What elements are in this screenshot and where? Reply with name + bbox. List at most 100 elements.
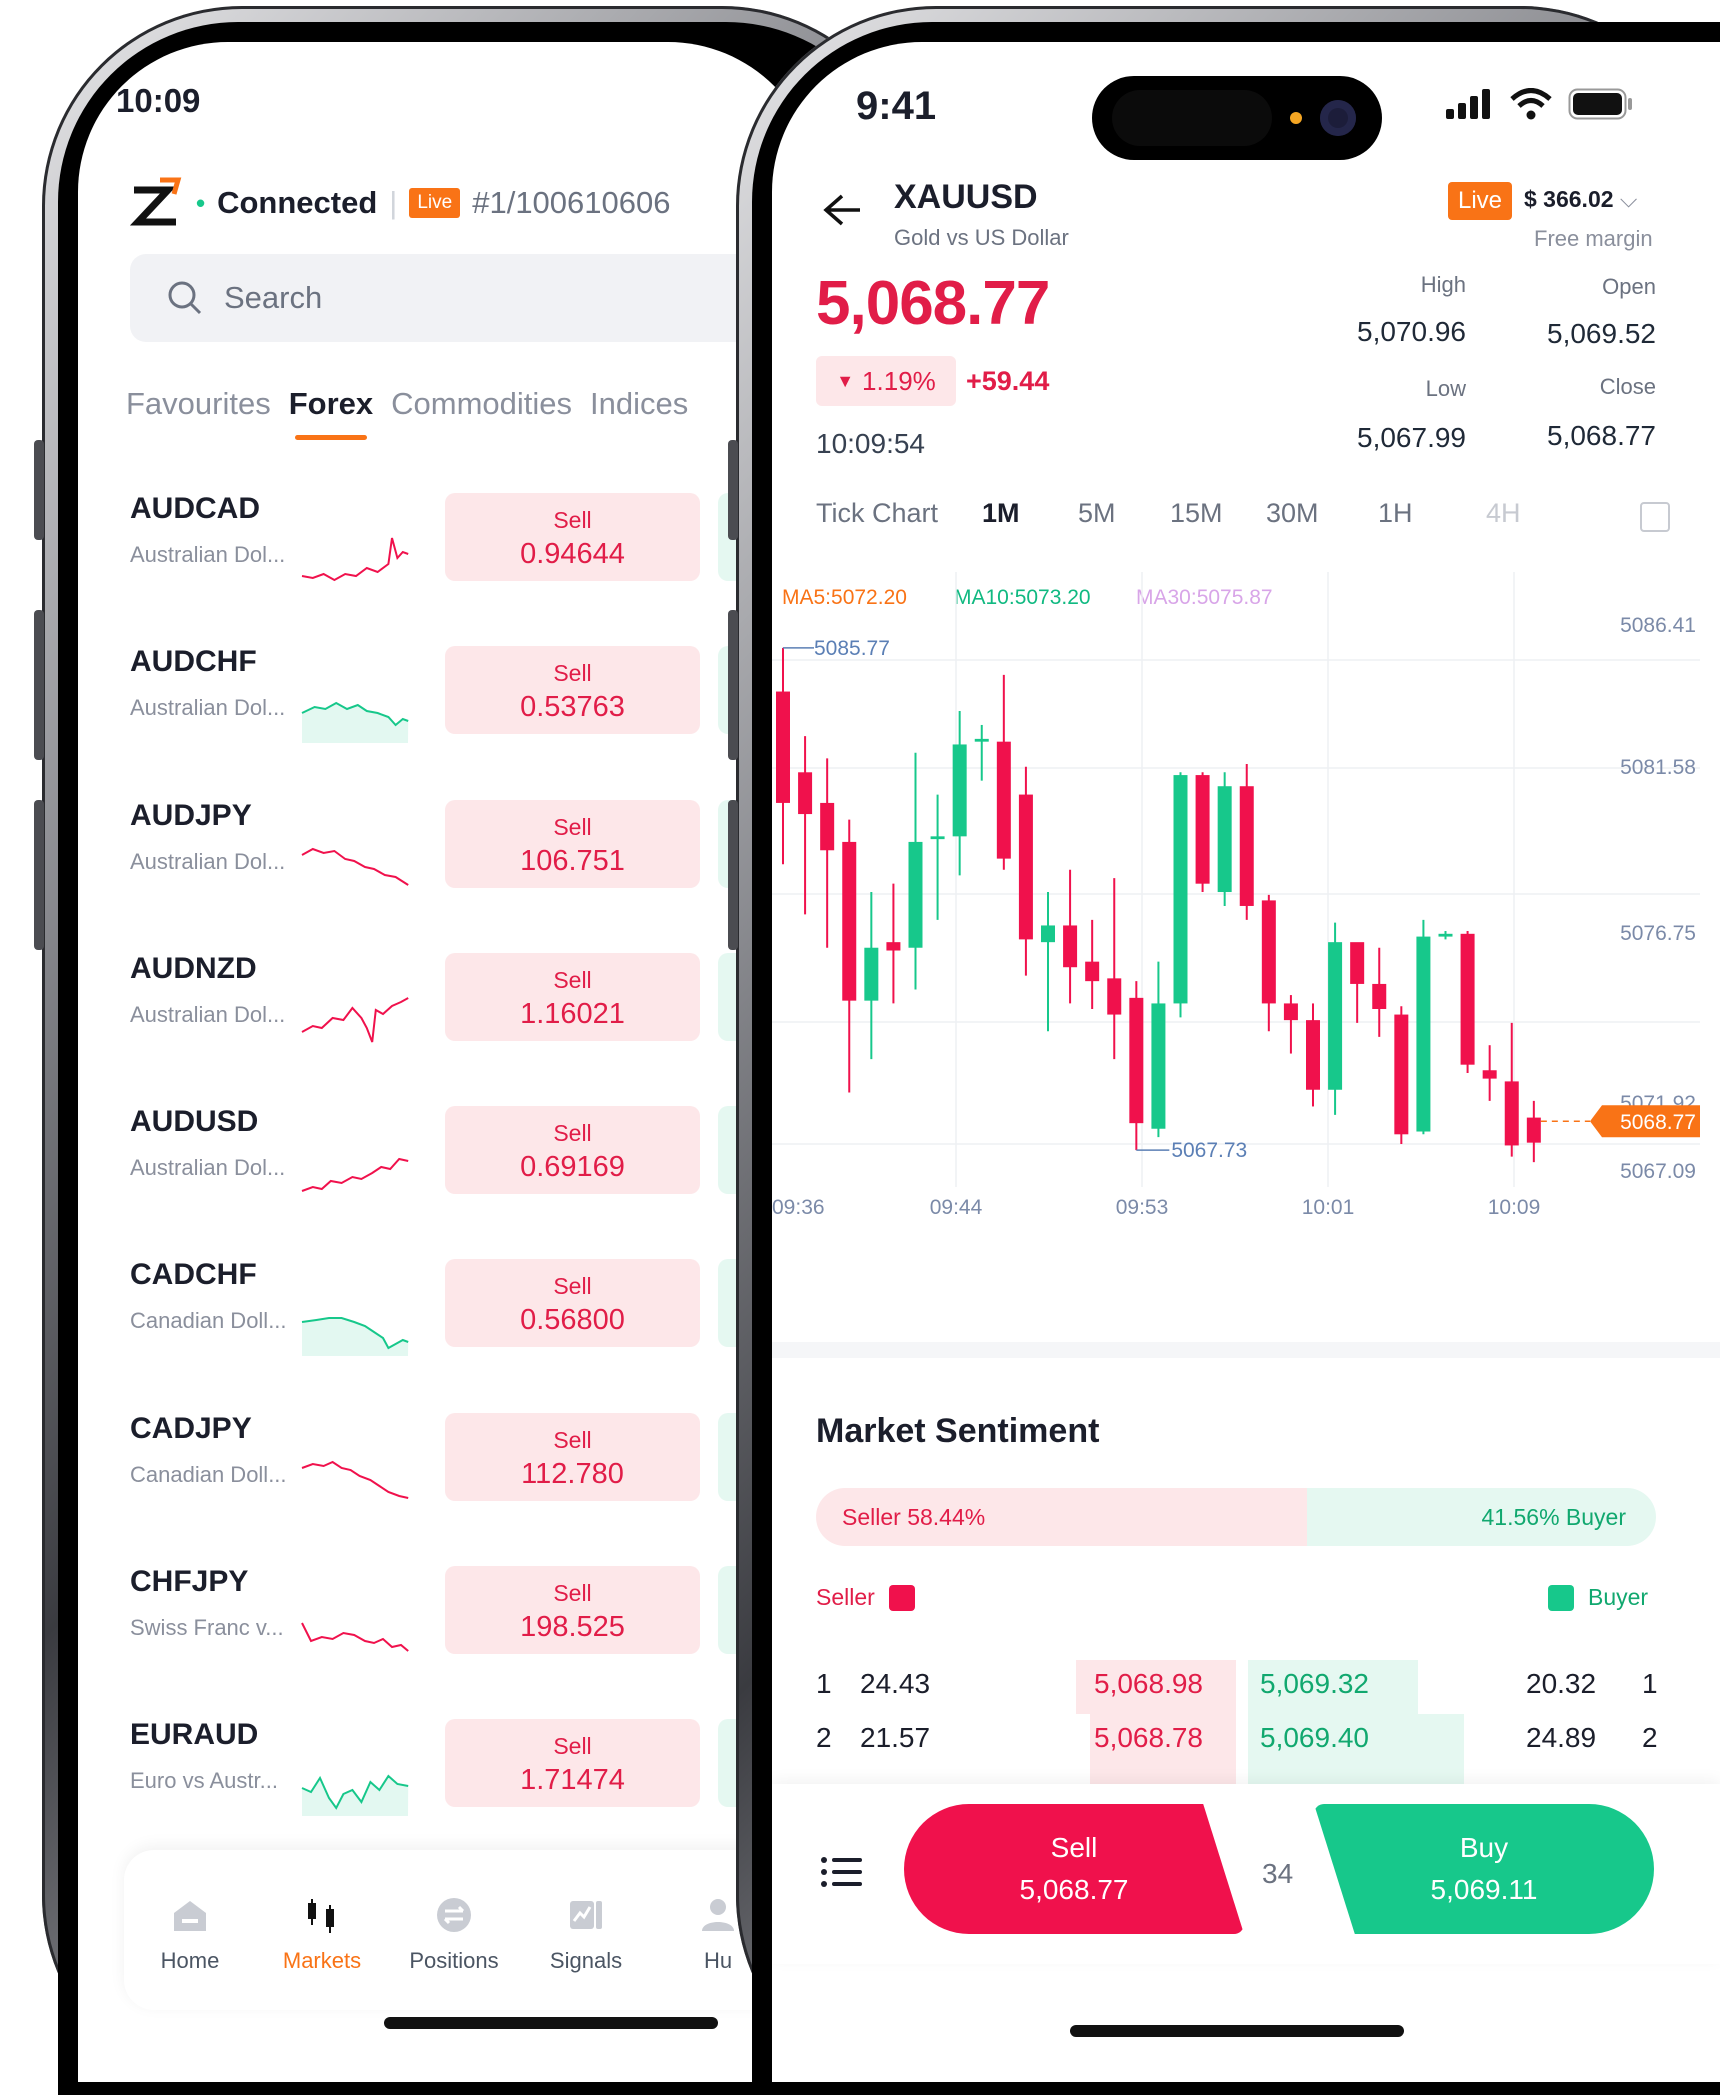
candle-body [1063,925,1078,968]
ob-sell-price: 5,068.78 [1094,1722,1203,1753]
side-button-right [728,440,738,540]
instrument-row-audusd[interactable]: AUDUSDAustralian Dol...-0.06%Sell0.69169 [130,1101,770,1254]
tab-positions[interactable]: Positions [388,1850,520,2010]
tf-15m[interactable]: 15M [1170,498,1266,529]
instrument-row-cadjpy[interactable]: CADJPYCanadian Doll...-0.08%Sell112.780 [130,1408,770,1561]
tf-tick-chart[interactable]: Tick Chart [816,498,982,529]
tab-indices[interactable]: Indices [590,386,688,422]
candle-body [1041,925,1055,943]
tab-markets-label: Markets [282,1948,362,1973]
sell-label: Sell [553,1273,592,1300]
candle-body [1372,983,1387,1009]
candle-body [864,947,879,1001]
candle-body [952,744,967,837]
candle-body [908,841,923,948]
y-tick-label: 5076.75 [1620,922,1696,945]
instrument-symbol: AUDCAD [130,492,260,525]
sell-price-button[interactable]: Sell 0.53763 [445,646,700,735]
timeframe-tabs: Tick Chart 1M 5M 15M 30M 1H 4H [816,498,1521,529]
sell-price-button[interactable]: Sell 0.69169 [445,1106,700,1195]
down-triangle-icon: ▼ [836,370,855,391]
instrument-symbol: CHFJPY [130,1565,249,1599]
back-arrow-icon[interactable] [820,190,864,235]
tf-4h[interactable]: 4H [1486,498,1521,529]
tab-signals[interactable]: Signals [520,1850,652,2010]
search-input[interactable]: Search [130,254,770,342]
menu-icon[interactable] [820,1852,864,1897]
orderbook-row: 2 21.57 5,068.78 5,069.40 24.89 2 [816,1714,1658,1784]
close-label: Close [1599,374,1656,399]
instrument-row-audchf[interactable]: AUDCHFAustralian Dol...0.29%Sell0.53763 [130,641,770,794]
tab-markets[interactable]: Markets [256,1850,388,2010]
sell-price-button[interactable]: Sell 106.751 [445,799,700,888]
search-placeholder: Search [224,280,323,315]
home-indicator [384,2017,718,2029]
margin-value: $ 366.02 [1524,186,1614,212]
buyer-legend: Buyer [1548,1584,1648,1611]
tf-5m[interactable]: 5M [1078,498,1170,529]
instrument-description: Gold vs US Dollar [894,225,1069,250]
ob-sell-price: 5,068.98 [1094,1668,1203,1699]
sell-label: Sell [553,660,592,687]
free-margin-value[interactable]: $ 366.02 ⌵ [1524,186,1637,213]
sell-label: Sell [553,1733,592,1760]
ob-buy-price: 5,069.32 [1260,1668,1369,1699]
free-margin-label: Free margin [1534,226,1653,251]
sell-price-button[interactable]: Sell 0.56800 [445,1259,700,1348]
tf-1h[interactable]: 1H [1378,498,1486,529]
account-number[interactable]: #1/100610606 [472,185,670,221]
seller-share: Seller 58.44% [816,1488,1307,1546]
tab-commodities[interactable]: Commodities [391,386,572,422]
separator: | [389,185,398,220]
brand-logo-icon [129,176,184,230]
instrument-name: Swiss Franc v... [130,1615,284,1641]
orderbook-row: 1 24.43 5,068.98 5,069.32 20.32 1 [816,1660,1658,1714]
buy-button[interactable]: Buy 5,069.11 [1314,1804,1654,1934]
instrument-row-audjpy[interactable]: AUDJPYAustralian Dol...-0.27%Sell106.751 [130,795,770,948]
sell-price-button[interactable]: Sell 1.16021 [445,952,700,1041]
candle-body [974,738,989,742]
instrument-name: Canadian Doll... [130,1461,287,1487]
candle-body [1283,1003,1298,1021]
tab-signals-label: Signals [549,1948,623,1973]
instrument-name: Australian Dol... [130,695,286,721]
tf-30m[interactable]: 30M [1266,498,1378,529]
sell-price-button[interactable]: Sell 0.94644 [445,493,700,581]
battery-icon [1568,88,1632,120]
connected-dot-icon: • [196,187,206,218]
status-time-right: 9:41 [856,84,937,128]
candle-body [1239,786,1254,906]
instrument-row-chfjpy[interactable]: CHFJPYSwiss Franc v...-0.35%Sell198.525 [130,1561,770,1714]
sell-button[interactable]: Sell 5,068.77 [904,1804,1244,1934]
change-percent: 1.19% [862,365,936,396]
candle-body [1416,936,1431,1132]
tf-1m[interactable]: 1M [982,498,1078,529]
instrument-row-audnzd[interactable]: AUDNZDAustralian Dol...-0.24%Sell1.16021 [130,948,770,1101]
fullscreen-icon[interactable] [1640,502,1670,532]
tab-home[interactable]: Home [124,1850,256,2010]
connection-bar[interactable]: • Connected | Live #1/100610606 [129,176,670,230]
candlestick-chart[interactable]: 5086.415081.585076.755071.925067.0909:36… [772,572,1700,1332]
candle-body [1217,786,1232,893]
seller-swatch [888,1584,915,1611]
x-tick-label: 10:01 [1302,1196,1355,1219]
tab-favourites[interactable]: Favourites [126,386,271,422]
low-value: 5,067.99 [1357,422,1466,453]
instrument-row-audcad[interactable]: AUDCADAustralian Dol...-0.15%Sell0.94644 [130,488,770,641]
sell-price-button[interactable]: Sell 198.525 [445,1566,700,1655]
seller-legend-label: Seller [816,1584,875,1610]
instrument-row-cadchf[interactable]: CADCHFCanadian Doll...0.49%Sell0.56800 [130,1254,770,1407]
tab-home-label: Home [160,1948,220,1973]
live-badge-right: Live [1448,182,1513,220]
camera-icon [1320,100,1356,136]
sell-price: 106.751 [520,844,625,877]
tab-forex[interactable]: Forex [289,386,373,440]
instrument-symbol: CADJPY [130,1411,252,1445]
search-icon [168,281,202,315]
sell-price-button[interactable]: Sell 112.780 [445,1412,700,1501]
buy-button-price: 5,069.11 [1430,1874,1538,1905]
candle-body [886,942,901,951]
instrument-row-euraud[interactable]: EURAUDEuro vs Austr...0.12%Sell1.71474 [130,1714,770,1867]
status-time: 10:09 [116,82,201,119]
sell-price-button[interactable]: Sell 1.71474 [445,1719,700,1808]
